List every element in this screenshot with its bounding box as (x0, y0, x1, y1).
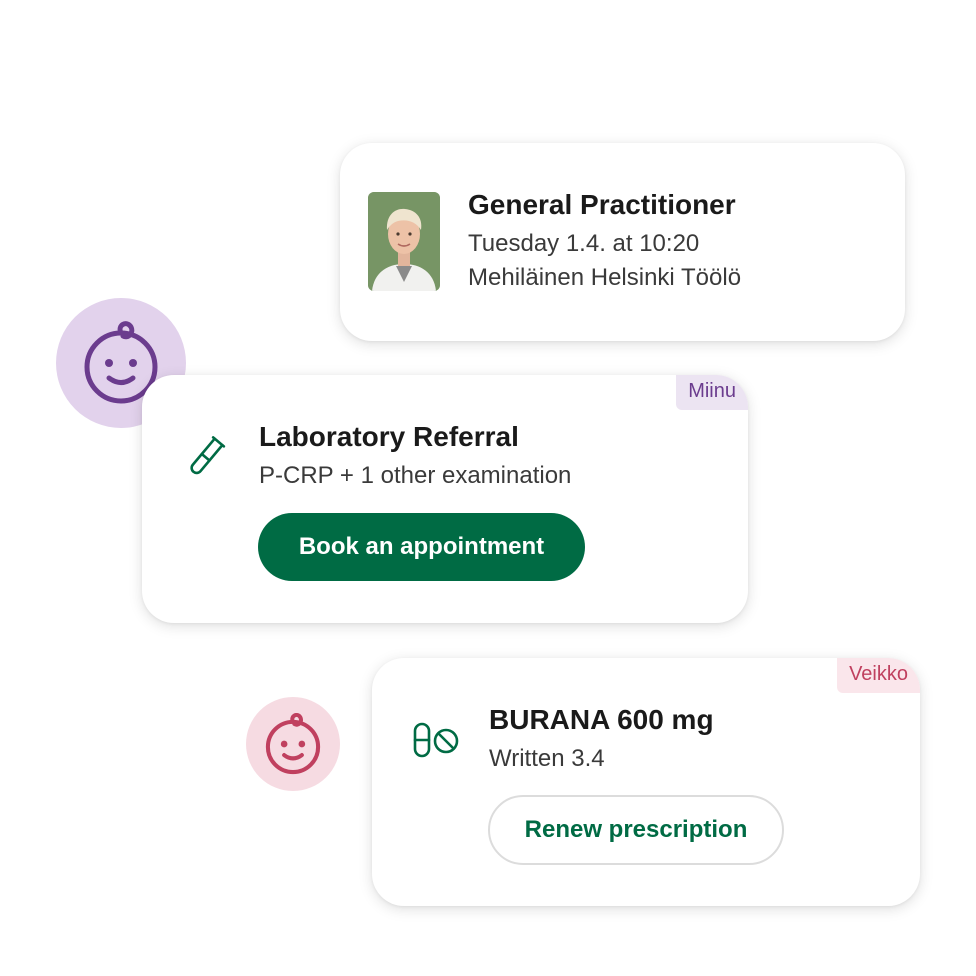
child-avatar-veikko (246, 697, 340, 791)
lab-referral-description: P-CRP + 1 other examination (259, 462, 572, 489)
appointment-title: General Practitioner (468, 189, 736, 220)
doctor-photo (368, 192, 440, 291)
appointment-location: Mehiläinen Helsinki Töölö (468, 264, 742, 291)
book-appointment-button[interactable]: Book an appointment (258, 513, 585, 581)
lab-referral-title: Laboratory Referral (259, 421, 519, 452)
pills-icon (413, 722, 459, 758)
test-tube-icon (190, 436, 226, 475)
lab-referral-card[interactable]: Miinu Laboratory Referral P-CRP + 1 othe… (142, 375, 748, 623)
appointment-datetime: Tuesday 1.4. at 10:20 (468, 230, 700, 257)
baby-face-icon (265, 713, 321, 775)
prescription-title: BURANA 600 mg (489, 704, 714, 735)
patient-tag-veikko: Veikko (837, 658, 920, 693)
prescription-written-date: Written 3.4 (489, 745, 605, 772)
appointment-card[interactable]: General Practitioner Tuesday 1.4. at 10:… (340, 143, 905, 341)
renew-prescription-button[interactable]: Renew prescription (488, 795, 784, 865)
patient-tag-miinu: Miinu (676, 375, 748, 410)
prescription-card[interactable]: Veikko BURANA 600 mg Written 3.4 Renew p… (372, 658, 920, 906)
